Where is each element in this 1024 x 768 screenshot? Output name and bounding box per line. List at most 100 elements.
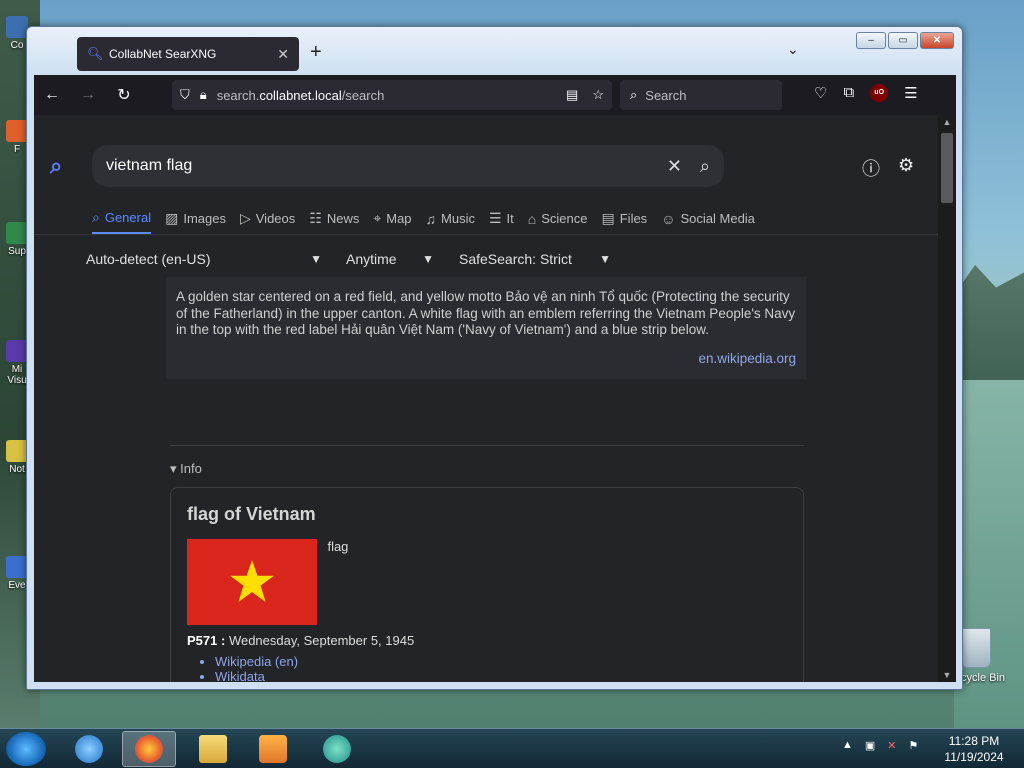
taskbar-media-player[interactable] — [246, 731, 300, 767]
search-input[interactable]: vietnam flag — [106, 157, 649, 175]
wikipedia-link[interactable]: Wikipedia (en) — [215, 654, 787, 669]
tab-it[interactable]: ☰ It — [489, 209, 514, 234]
navigation-toolbar: ← → ↻ ⛉ 🔒︎ search. collabnet.local/search… — [34, 75, 956, 115]
computer-icon — [6, 16, 28, 38]
tab-images[interactable]: ▨ Images — [165, 209, 226, 234]
infobox-divider — [170, 445, 804, 446]
system-clock[interactable]: 11:28 PM 11/19/2024 — [936, 733, 1012, 765]
infobox-title: flag of Vietnam — [187, 504, 316, 524]
page-scrollbar[interactable]: ▲ ▼ — [938, 115, 956, 682]
language-select[interactable]: Auto-detect (en-US) ▼ — [86, 251, 322, 267]
ublock-origin-icon[interactable]: uO — [870, 84, 889, 102]
folder-icon — [199, 735, 227, 763]
tab-collabnet-searxng[interactable]: 🔍︎ CollabNet SearXNG ✕ — [77, 37, 299, 71]
taskbar: ▲ ▣ ✕ ⚑ 11:28 PM 11/19/2024 — [0, 728, 1024, 768]
search-icon: ⌕ — [92, 209, 100, 225]
volume-muted-icon[interactable]: ✕ — [887, 739, 896, 752]
searxng-favicon-icon: 🔍︎ — [87, 46, 104, 61]
extensions-icon[interactable]: ⧉ — [843, 84, 854, 102]
app-icon — [6, 120, 28, 142]
tab-general[interactable]: ⌕ General — [92, 209, 152, 234]
forward-button[interactable]: → — [70, 86, 106, 104]
image-icon: ▨ — [165, 210, 179, 226]
taskbar-explorer[interactable] — [186, 731, 240, 767]
bookmark-star-icon[interactable]: ☆ — [592, 87, 604, 103]
infobox-description: A golden star centered on a red field, a… — [166, 277, 806, 379]
wikidata-link[interactable]: Wikidata — [215, 669, 787, 682]
start-button[interactable] — [6, 732, 46, 766]
close-window-button[interactable]: ✕ — [920, 32, 954, 49]
recycle-bin-icon — [961, 628, 991, 668]
inception-attribute: P571 : Wednesday, September 5, 1945 — [187, 633, 415, 648]
hamburger-menu-icon[interactable]: ☰ — [904, 84, 917, 102]
tab-science[interactable]: ⌂ Science — [528, 209, 588, 234]
taskbar-firefox[interactable] — [122, 731, 176, 767]
graduation-cap-icon: ⌂ — [527, 210, 537, 227]
new-tab-button[interactable]: + — [310, 41, 322, 64]
title-bar: 🔍︎ CollabNet SearXNG ✕ + ⌄ – ▭ ✕ — [27, 27, 962, 75]
internet-explorer-icon — [75, 735, 103, 763]
scroll-down-icon[interactable]: ▼ — [938, 670, 956, 680]
app-icon — [6, 340, 28, 362]
tab-files[interactable]: ▤ Files — [602, 209, 648, 234]
shield-icon[interactable]: ⛉ — [180, 87, 190, 103]
action-center-flag-icon[interactable]: ⚑ — [909, 739, 919, 752]
maximize-button[interactable]: ▭ — [888, 32, 918, 49]
tab-news[interactable]: ☷ News — [309, 209, 359, 234]
minimize-button[interactable]: – — [856, 32, 886, 49]
tab-videos[interactable]: ▷ Videos — [240, 209, 295, 234]
reload-button[interactable]: ↻ — [106, 85, 142, 105]
taskbar-internet-explorer[interactable] — [62, 731, 116, 767]
info-toggle[interactable]: ▾ Info — [170, 461, 202, 477]
settings-gear-icon[interactable]: ⚙ — [898, 155, 914, 181]
media-player-icon — [259, 735, 287, 763]
chevron-down-icon: ▼ — [310, 252, 322, 266]
vietnam-flag-image[interactable] — [187, 539, 317, 625]
newspaper-icon: ☷ — [309, 210, 322, 226]
list-all-tabs-button[interactable]: ⌄ — [787, 41, 799, 58]
app-icon — [6, 222, 28, 244]
app-icon — [6, 440, 28, 462]
time-range-select[interactable]: Anytime ▼ — [346, 251, 434, 267]
category-tabs: ⌕ General ▨ Images ▷ Videos ☷ News ⌖ Map ♫ Mus… — [92, 209, 755, 234]
star-icon — [230, 560, 274, 602]
back-button[interactable]: ← — [34, 86, 70, 104]
show-hidden-icons-icon[interactable]: ▲ — [842, 739, 853, 752]
searxng-logo-icon[interactable]: ⌕ — [50, 153, 62, 179]
chevron-down-icon: ▼ — [422, 252, 434, 266]
scrollbar-thumb[interactable] — [941, 133, 953, 203]
tab-map[interactable]: ⌖ Map — [373, 209, 411, 234]
taskbar-app[interactable] — [310, 731, 364, 767]
page-content: ⌕ vietnam flag ✕ ⌕ ⓘ ⚙ ⌕ General ▨ Images … — [34, 115, 938, 682]
tab-music[interactable]: ♫ Music — [426, 209, 475, 234]
lock-icon[interactable]: 🔒︎ — [200, 87, 207, 103]
info-icon[interactable]: ⓘ — [862, 155, 880, 181]
browser-search-bar[interactable]: ⌕ Search — [620, 80, 782, 110]
firefox-icon — [135, 735, 163, 763]
browser-window: 🔍︎ CollabNet SearXNG ✕ + ⌄ – ▭ ✕ ← → ↻ ⛉… — [26, 26, 963, 690]
pocket-icon[interactable]: ♡ — [814, 84, 827, 102]
close-tab-icon[interactable]: ✕ — [277, 46, 289, 63]
infobox-source-link[interactable]: en.wikipedia.org — [176, 351, 796, 368]
tab-social-media[interactable]: ☺ Social Media — [661, 209, 755, 234]
clear-search-icon[interactable]: ✕ — [667, 156, 682, 177]
infobox-links: Wikipedia (en) Wikidata — [187, 654, 787, 682]
safesearch-select[interactable]: SafeSearch: Strict ▼ — [459, 251, 611, 267]
app-icon — [6, 556, 28, 578]
search-box[interactable]: vietnam flag ✕ ⌕ — [92, 145, 724, 187]
play-icon: ▷ — [239, 210, 251, 226]
search-submit-icon[interactable]: ⌕ — [700, 156, 710, 177]
system-tray: ▲ ▣ ✕ ⚑ — [842, 739, 918, 752]
reader-view-icon[interactable]: ▤ — [566, 87, 578, 103]
network-icon[interactable]: ▣ — [865, 739, 875, 752]
scroll-up-icon[interactable]: ▲ — [938, 117, 956, 127]
infobox-card: flag of Vietnam flag P571 : Wednesday, S… — [170, 487, 804, 682]
app-icon — [323, 735, 351, 763]
address-bar[interactable]: ⛉ 🔒︎ search. collabnet.local/search ▤ ☆ — [172, 80, 612, 110]
search-filters: Auto-detect (en-US) ▼ Anytime ▼ SafeSearch… — [86, 251, 611, 267]
chevron-down-icon: ▼ — [599, 252, 611, 266]
desktop-background-right — [954, 265, 1024, 400]
category-divider — [34, 234, 938, 235]
layers-icon: ☰ — [488, 210, 502, 226]
music-note-icon: ♫ — [425, 210, 437, 227]
